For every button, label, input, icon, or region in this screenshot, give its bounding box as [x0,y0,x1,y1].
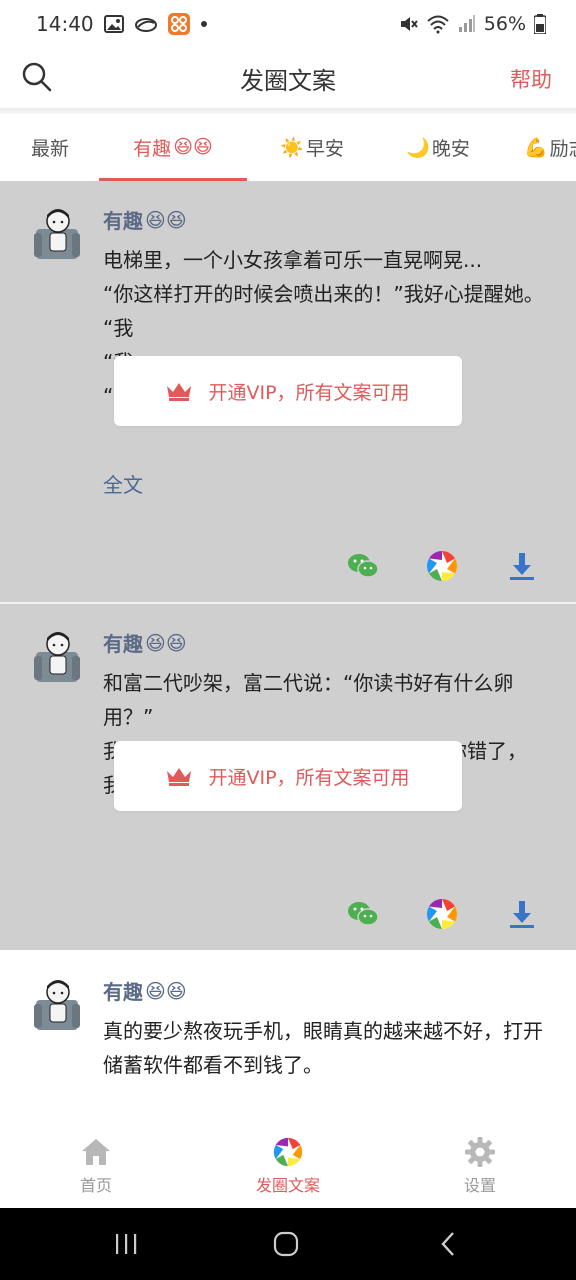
download-button[interactable] [505,549,539,583]
status-bar: 14:40 56% [0,0,576,48]
aperture-icon [426,551,458,581]
avatar[interactable] [34,630,80,684]
tab-good-morning[interactable]: ☀️ 早安 [262,114,362,180]
gallery-icon [103,15,124,33]
help-button[interactable]: 帮助 [510,64,552,94]
home-system-button[interactable] [266,1228,306,1260]
home-circle-icon [273,1231,299,1257]
nav-moments-copy[interactable]: 发圈文案 [228,1136,348,1206]
crown-icon [167,768,192,786]
laugh-emoji-icon: 😆😆 [145,978,187,1003]
tab-label: 励志 [549,137,576,160]
laugh-emoji-icon: 😆😆 [173,136,213,158]
vip-text: 开通VIP，所有文案可用 [208,381,410,404]
sun-emoji-icon: ☀️ [280,136,304,159]
system-navigation-bar [0,1208,576,1280]
gear-icon [465,1137,495,1167]
recent-apps-icon [116,1234,137,1254]
card-tag[interactable]: 有趣 😆😆 [103,205,187,234]
card-tag[interactable]: 有趣 😆😆 [103,628,187,657]
status-right: 56% [398,13,546,35]
tab-good-night[interactable]: 🌙 晚安 [388,114,488,180]
app-icon [167,13,190,35]
vip-banner[interactable]: 开通VIP，所有文案可用 [114,356,462,426]
mute-icon [398,14,418,34]
feed-card: 有趣 😆😆 真的要少熬夜玩手机，眼睛真的越来越不好，打开储蓄软件都看不到钱了。 [0,950,576,1130]
tab-label: 最新 [30,137,69,160]
vip-banner[interactable]: 开通VIP，所有文案可用 [114,741,462,811]
aperture-icon [426,899,458,929]
tab-label: 有趣 [133,137,172,160]
card-text[interactable]: 真的要少熬夜玩手机，眼睛真的越来越不好，打开储蓄软件都看不到钱了。 [103,1014,551,1082]
download-button[interactable] [505,897,539,931]
status-left: 14:40 [36,12,208,36]
card-actions [0,549,576,589]
page-title: 发圈文案 [240,66,336,95]
full-text-link[interactable]: 全文 [103,469,143,498]
cloud-icon [134,15,158,33]
wechat-icon [348,902,379,926]
tab-label: 早安 [305,137,344,160]
tab-funny[interactable]: 有趣 😆😆 [99,114,247,180]
download-icon [510,901,534,928]
nav-label: 发圈文案 [255,1176,320,1195]
crown-icon [167,383,192,401]
home-icon [82,1139,110,1165]
app-header: 发圈文案 帮助 [0,48,576,108]
avatar[interactable] [34,207,80,261]
wechat-share-button[interactable] [346,897,380,931]
moments-share-button[interactable] [425,549,459,583]
wechat-share-button[interactable] [346,549,380,583]
battery-icon [534,14,546,34]
back-icon [441,1232,454,1256]
aperture-icon [273,1137,303,1167]
tag-label: 有趣 [103,632,143,656]
feed-card: 有趣 😆😆 和富二代吵架，富二代说：“你读书好有什么卵用？” 我你错了， 我 开… [0,604,576,950]
avatar[interactable] [34,978,80,1032]
tab-inspirational[interactable]: 💪 励志 [524,114,576,180]
moments-share-button[interactable] [425,897,459,931]
text-line: 和富二代吵架，富二代说：“你读书好有什么卵用？” [103,671,514,729]
nav-label: 设置 [463,1176,496,1195]
search-icon [22,62,52,92]
text-line: “你这样打开的时候会喷出来的！”我好心提醒她。 [103,282,544,306]
muscle-emoji-icon: 💪 [524,136,548,159]
feed-card: 有趣 😆😆 电梯里，一个小女孩拿着可乐一直晃啊晃... “你这样打开的时候会喷出… [0,181,576,602]
nav-settings[interactable]: 设置 [420,1136,540,1206]
text-line: 真的要少熬夜玩手机，眼睛真的越来越不好，打开储蓄软件都看不到钱了。 [103,1019,543,1077]
wifi-icon [426,14,450,34]
signal-icon [458,15,476,33]
dot-icon [200,20,208,28]
text-line: “我 [103,316,134,340]
download-icon [510,553,534,580]
card-actions [0,897,576,937]
tag-label: 有趣 [103,209,143,233]
search-button[interactable] [20,60,54,94]
battery-percent: 56% [483,13,526,35]
vip-text: 开通VIP，所有文案可用 [208,766,410,789]
bottom-navigation: 首页 发圈文案 设置 [0,1130,576,1208]
tag-label: 有趣 [103,980,143,1004]
moon-emoji-icon: 🌙 [406,136,430,159]
tab-label: 晚安 [431,137,470,160]
back-button[interactable] [428,1228,468,1260]
wechat-icon [348,554,379,578]
laugh-emoji-icon: 😆😆 [145,207,187,232]
nav-label: 首页 [79,1176,112,1195]
card-tag[interactable]: 有趣 😆😆 [103,976,187,1005]
text-line: 电梯里，一个小女孩拿着可乐一直晃啊晃... [103,248,483,272]
status-time: 14:40 [36,12,94,36]
nav-home[interactable]: 首页 [36,1136,156,1206]
recent-apps-button[interactable] [106,1228,146,1260]
category-tabs: 最新 有趣 😆😆 ☀️ 早安 🌙 晚安 💪 励志 [0,114,576,180]
laugh-emoji-icon: 😆😆 [145,630,187,655]
tab-latest[interactable]: 最新 [10,114,90,180]
